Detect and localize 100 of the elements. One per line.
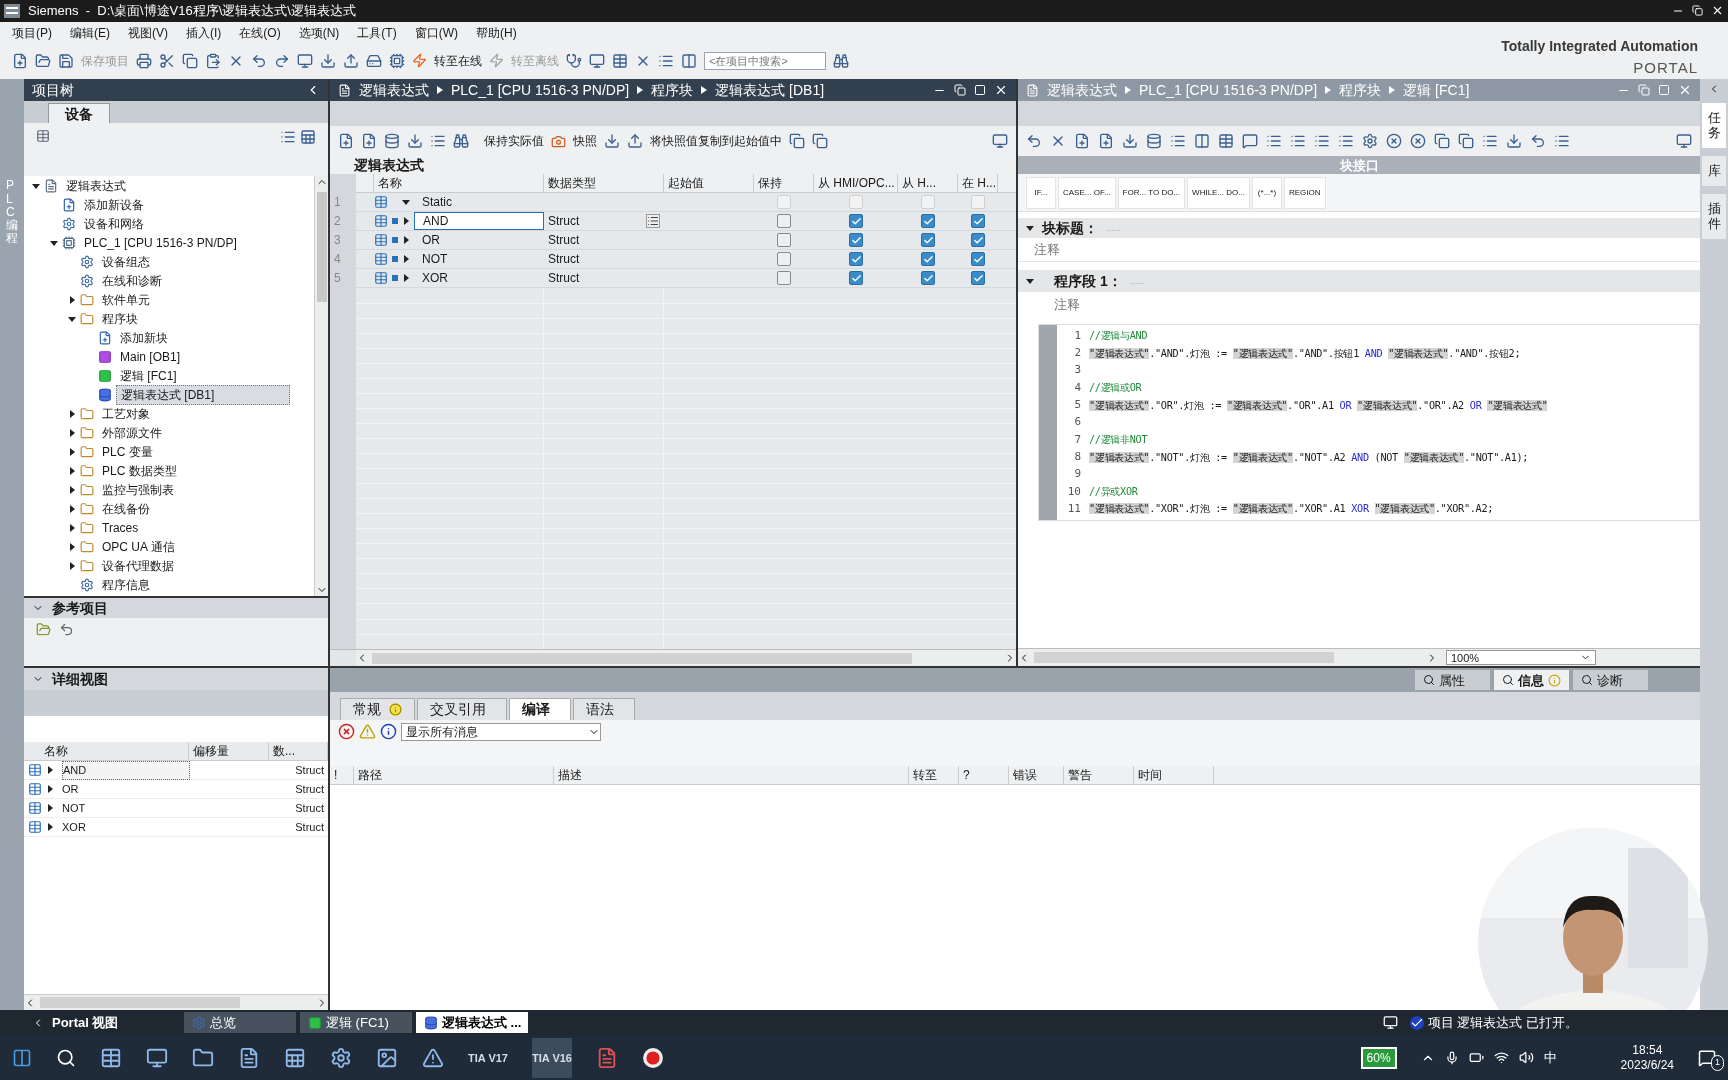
expand-arrow-icon[interactable]: [402, 217, 410, 226]
clock-time[interactable]: 18:54: [1632, 1042, 1663, 1058]
expand-arrow-icon[interactable]: [46, 804, 54, 813]
menu-item[interactable]: 帮助(H): [476, 23, 517, 42]
side-tab[interactable]: 插件: [1702, 194, 1726, 239]
tree-item[interactable]: 在线和诊断: [98, 271, 166, 290]
expand-arrow-icon[interactable]: [68, 561, 76, 570]
column-header[interactable]: 数...: [269, 742, 328, 761]
restore-icon[interactable]: [1692, 5, 1703, 17]
toolbar-icon[interactable]: [681, 52, 697, 69]
expand-arrow-icon[interactable]: [68, 295, 76, 304]
toolbar-icon[interactable]: [389, 52, 405, 69]
editor-tab[interactable]: 逻辑表达式 ...: [416, 1012, 528, 1034]
expand-arrow-icon[interactable]: [46, 766, 54, 775]
toolbar-icon[interactable]: [1146, 133, 1162, 150]
name-cell[interactable]: XOR: [414, 269, 544, 288]
expand-arrow-icon[interactable]: [50, 238, 58, 247]
toolbar-icon[interactable]: [136, 52, 152, 69]
tab[interactable]: 交叉引用: [417, 698, 507, 721]
tree-item[interactable]: 程序块: [98, 309, 142, 328]
taskbar-app-icon[interactable]: [146, 1046, 168, 1069]
menu-item[interactable]: 视图(V): [128, 23, 168, 42]
breadcrumb-link[interactable]: 程序块: [651, 79, 694, 101]
toolbar-icon[interactable]: [36, 129, 50, 144]
checkbox[interactable]: [971, 233, 985, 248]
battery-indicator[interactable]: 60%: [1360, 1046, 1397, 1069]
zoom-dropdown[interactable]: 100%: [1446, 650, 1596, 666]
toolbar-icon[interactable]: [320, 52, 336, 69]
tree-item[interactable]: 软件单元: [98, 290, 154, 309]
input-method[interactable]: 中: [1543, 1047, 1557, 1068]
editor-tab[interactable]: 总览: [184, 1012, 296, 1034]
toolbar-icon[interactable]: [1122, 133, 1138, 150]
tree-item[interactable]: 逻辑 [FC1]: [116, 366, 181, 385]
toolbar-icon[interactable]: [453, 133, 469, 150]
taskbar-app-icon[interactable]: [100, 1046, 122, 1069]
toolbar-button[interactable]: 转至在线: [434, 51, 482, 70]
toolbar-icon[interactable]: [366, 52, 382, 69]
instruction-button[interactable]: IF...: [1026, 176, 1056, 209]
scrollbar[interactable]: [314, 176, 328, 597]
column-header[interactable]: 错误: [1009, 766, 1064, 785]
checkbox[interactable]: [777, 252, 791, 267]
column-header[interactable]: 名称: [24, 742, 189, 761]
toolbar-icon[interactable]: [1194, 133, 1210, 150]
toolbar-icon[interactable]: [1218, 133, 1234, 150]
tree-item[interactable]: 添加新块: [116, 328, 172, 347]
column-header[interactable]: 名称: [374, 174, 544, 193]
list-item[interactable]: XOR: [62, 819, 190, 836]
toolbar-icon[interactable]: [1026, 133, 1042, 150]
binoculars-icon[interactable]: [833, 52, 849, 69]
toolbar-icon[interactable]: [251, 52, 267, 69]
menu-item[interactable]: 选项(N): [298, 23, 340, 42]
microphone-icon[interactable]: [1444, 1050, 1459, 1065]
error-filter-icon[interactable]: [338, 723, 355, 741]
tree-item[interactable]: OPC UA 通信: [98, 537, 179, 556]
tree-item[interactable]: PLC 数据类型: [98, 461, 181, 480]
toolbar-icon[interactable]: [58, 52, 74, 69]
toolbar-button[interactable]: 快照: [573, 132, 597, 151]
volume-icon[interactable]: [1518, 1050, 1534, 1066]
list-item[interactable]: AND: [62, 761, 190, 780]
checkbox[interactable]: [777, 271, 791, 286]
menu-item[interactable]: 项目(P): [12, 23, 52, 42]
toolbar-icon[interactable]: [361, 133, 377, 150]
toolbar-icon[interactable]: [338, 133, 354, 150]
tree-item[interactable]: 监控与强制表: [98, 480, 178, 499]
toolbar-icon[interactable]: [12, 52, 28, 69]
side-tab[interactable]: 库: [1702, 156, 1726, 187]
toolbar-icon[interactable]: [612, 52, 628, 69]
column-header[interactable]: 路径: [354, 766, 554, 785]
checkbox[interactable]: [921, 252, 935, 267]
breadcrumb-link[interactable]: 逻辑表达式: [359, 79, 429, 101]
toolbar-button[interactable]: 将快照值复制到起始值中: [650, 132, 782, 151]
list-item[interactable]: NOT: [62, 800, 190, 817]
taskbar-app-icon[interactable]: [284, 1046, 306, 1069]
expand-arrow-icon[interactable]: [32, 181, 40, 190]
column-header[interactable]: 从 H...: [898, 174, 958, 193]
tab[interactable]: 设备: [48, 103, 110, 124]
comment-field[interactable]: 注释: [1034, 240, 1060, 260]
inspector-tab[interactable]: 诊断: [1573, 670, 1648, 691]
tree-item[interactable]: 添加新设备: [80, 195, 148, 214]
list-picker-icon[interactable]: [646, 214, 660, 229]
toolbar-icon[interactable]: [1458, 133, 1474, 150]
taskbar-app-icon[interactable]: [330, 1046, 352, 1069]
toolbar-icon[interactable]: [566, 52, 582, 69]
column-header[interactable]: 描述: [554, 766, 909, 785]
taskbar-app-icon[interactable]: [422, 1046, 444, 1069]
toolbar-icon[interactable]: [992, 133, 1008, 150]
code-editor[interactable]: [1038, 324, 1700, 521]
checkbox[interactable]: [971, 271, 985, 286]
list-item[interactable]: OR: [62, 781, 190, 798]
expand-arrow-icon[interactable]: [402, 255, 410, 264]
instruction-button[interactable]: REGION: [1284, 176, 1326, 209]
instruction-button[interactable]: CASE... OF...: [1058, 176, 1116, 209]
tree-item[interactable]: Main [OB1]: [116, 347, 185, 366]
side-tab[interactable]: 任务: [1702, 103, 1726, 149]
expand-arrow-icon[interactable]: [68, 447, 76, 456]
expand-arrow-icon[interactable]: [46, 823, 54, 832]
toolbar-icon[interactable]: [1506, 133, 1522, 150]
toolbar-icon[interactable]: [1386, 133, 1402, 150]
tree-item[interactable]: 在线备份: [98, 499, 154, 518]
column-header[interactable]: 从 HMI/OPC...: [814, 174, 898, 193]
